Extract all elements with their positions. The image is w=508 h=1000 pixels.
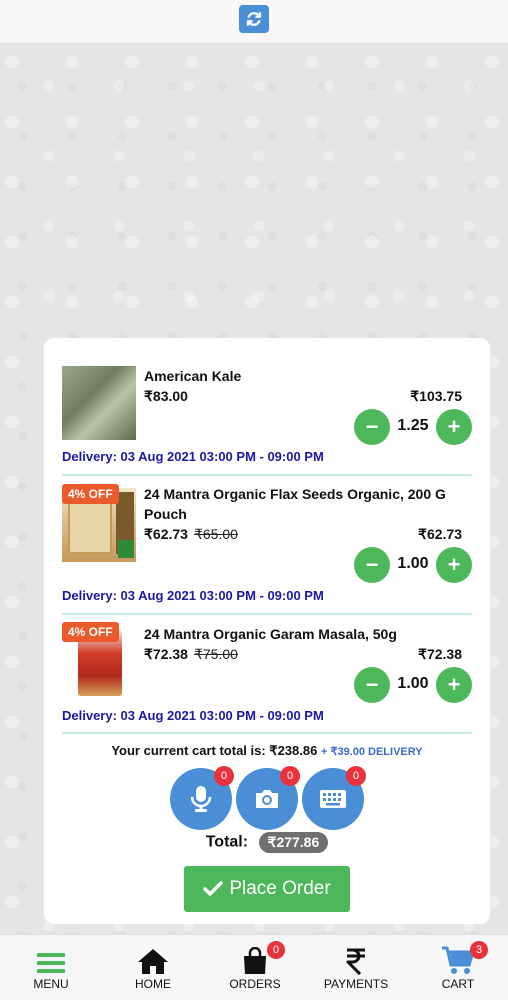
total-label: Total:	[205, 833, 249, 851]
cart-total-text: Your current cart total is: ₹238.86	[111, 743, 318, 758]
decrease-quantity-button[interactable]: −	[354, 547, 390, 583]
voice-order-button[interactable]: 0	[170, 766, 234, 830]
quantity-value: 1.25	[397, 417, 429, 434]
quantity-stepper: − 1.25 +	[354, 409, 472, 445]
cart-total-line: Your current cart total is: ₹238.86 + ₹3…	[44, 743, 490, 759]
place-order-label: Place Order	[229, 878, 331, 899]
divider	[62, 613, 472, 615]
bottom-navigation: MENU HOME 0 ORDERS PAYMENTS 3 CART	[0, 934, 508, 1000]
nav-item-home[interactable]: HOME	[103, 935, 203, 1000]
quantity-value: 1.00	[397, 555, 429, 572]
original-price: ₹75.00	[193, 646, 238, 662]
grand-total: Total: ₹277.86	[44, 832, 490, 853]
discount-badge: 4% OFF	[62, 622, 119, 642]
nav-label: ORDERS	[229, 977, 281, 991]
unit-price: ₹83.00	[144, 388, 188, 405]
type-order-button[interactable]: 0	[302, 766, 366, 830]
product-image	[62, 366, 136, 440]
delivery-slot: Delivery: 03 Aug 2021 03:00 PM - 09:00 P…	[62, 588, 324, 603]
delivery-fee: + ₹39.00 DELIVERY	[320, 746, 423, 758]
camera-icon	[256, 790, 278, 808]
product-name: American Kale	[144, 368, 242, 384]
delivery-slot: Delivery: 03 Aug 2021 03:00 PM - 09:00 P…	[62, 708, 324, 723]
cart-panel: American Kale ₹83.00 ₹103.75 − 1.25 + De…	[44, 338, 490, 924]
top-bar	[0, 0, 508, 44]
delivery-slot: Delivery: 03 Aug 2021 03:00 PM - 09:00 P…	[62, 449, 324, 464]
product-name: 24 Mantra Organic Flax Seeds Organic, 20…	[144, 486, 446, 522]
nav-item-menu[interactable]: MENU	[1, 935, 101, 1000]
orders-badge: 0	[267, 941, 285, 959]
cart-count-badge: 3	[470, 941, 488, 959]
menu-icon	[37, 953, 65, 973]
nav-item-cart[interactable]: 3 CART	[408, 935, 508, 1000]
increase-quantity-button[interactable]: +	[436, 547, 472, 583]
cart-item: 4% OFF 24 Mantra Organic Flax Seeds Orga…	[62, 484, 472, 603]
increase-quantity-button[interactable]: +	[436, 667, 472, 703]
line-total: ₹103.75	[410, 388, 462, 404]
decrease-quantity-button[interactable]: −	[354, 409, 390, 445]
refresh-icon	[246, 12, 262, 26]
count-badge: 0	[214, 766, 234, 786]
place-order-button[interactable]: Place Order	[184, 866, 350, 912]
cart-item: American Kale ₹83.00 ₹103.75 − 1.25 + De…	[62, 366, 472, 476]
decrease-quantity-button[interactable]: −	[354, 667, 390, 703]
original-price: ₹65.00	[193, 526, 238, 542]
nav-label: MENU	[33, 977, 69, 991]
refresh-button[interactable]	[239, 5, 269, 33]
microphone-icon	[190, 786, 212, 812]
rupee-icon	[346, 948, 365, 975]
total-value: ₹277.86	[258, 832, 329, 853]
quantity-stepper: − 1.00 +	[354, 547, 472, 583]
nav-item-payments[interactable]: PAYMENTS	[306, 935, 406, 1000]
quantity-value: 1.00	[397, 675, 429, 692]
product-name: 24 Mantra Organic Garam Masala, 50g	[144, 626, 397, 642]
divider	[62, 732, 472, 734]
unit-price-value: ₹83.00	[144, 388, 188, 404]
keyboard-icon	[320, 790, 346, 808]
unit-price-value: ₹62.73	[144, 526, 188, 542]
nav-label: HOME	[135, 977, 171, 991]
check-icon	[203, 881, 224, 896]
photo-order-button[interactable]: 0	[236, 766, 300, 830]
quantity-stepper: − 1.00 +	[354, 667, 472, 703]
home-icon	[138, 949, 168, 974]
cart-item: 4% OFF 24 Mantra Organic Garam Masala, 5…	[62, 622, 472, 732]
increase-quantity-button[interactable]: +	[436, 409, 472, 445]
divider	[62, 474, 472, 476]
shopping-bag-icon	[244, 947, 266, 974]
discount-badge: 4% OFF	[62, 484, 119, 504]
count-badge: 0	[280, 766, 300, 786]
nav-label: CART	[441, 977, 475, 991]
nav-item-orders[interactable]: 0 ORDERS	[205, 935, 305, 1000]
unit-price-value: ₹72.38	[144, 646, 188, 662]
line-total: ₹62.73	[418, 526, 462, 542]
line-total: ₹72.38	[418, 646, 462, 662]
count-badge: 0	[346, 766, 366, 786]
nav-label: PAYMENTS	[323, 977, 389, 991]
unit-price: ₹62.73 ₹65.00	[144, 526, 238, 543]
unit-price: ₹72.38 ₹75.00	[144, 646, 238, 663]
